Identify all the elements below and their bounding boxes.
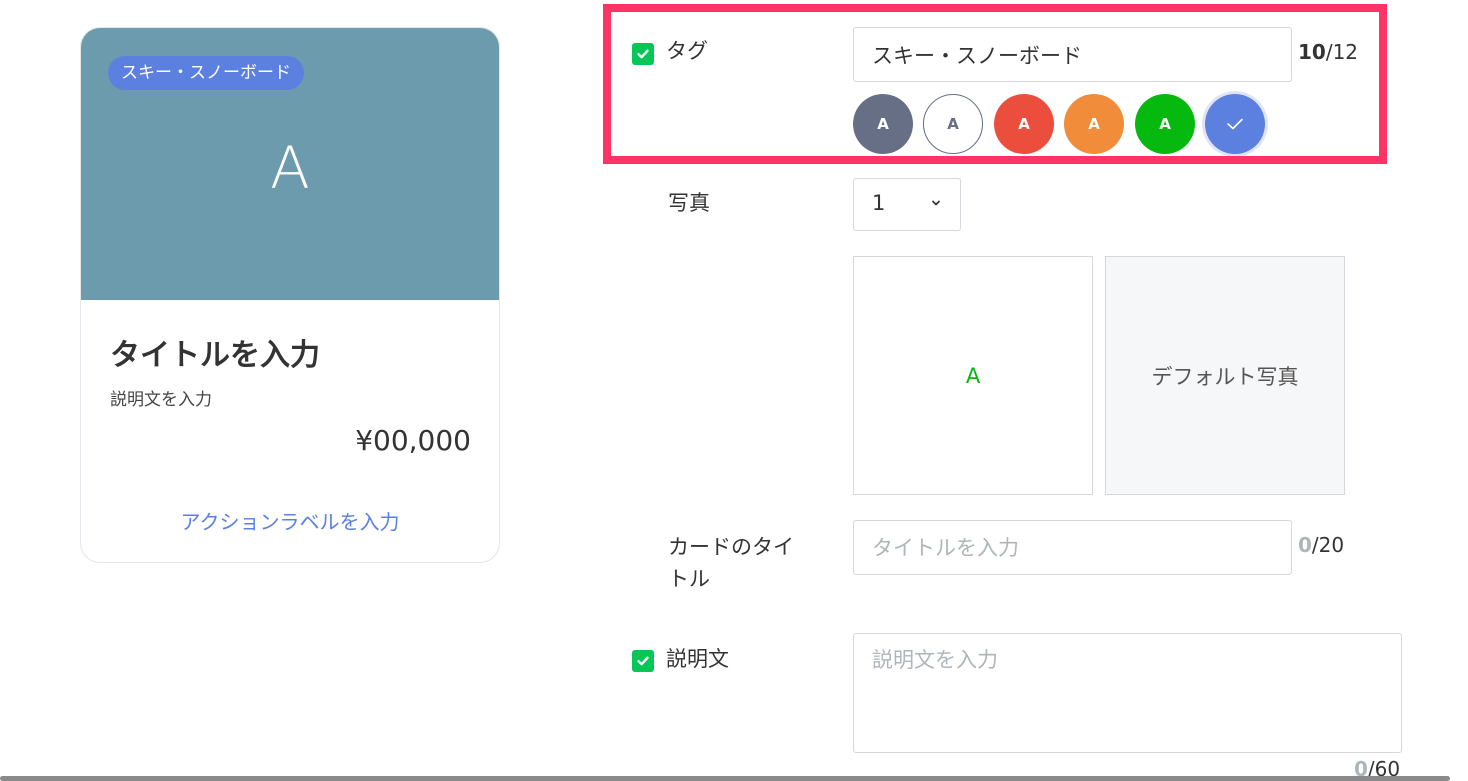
description-label: 説明文 (666, 647, 729, 671)
swatch-letter: A (1018, 115, 1030, 133)
tag-color-swatch-white[interactable]: A (923, 94, 983, 154)
card-title-label-line1: カードのタイ (668, 535, 794, 559)
swatch-letter: A (1088, 115, 1100, 133)
card-action-link[interactable]: アクションラベルを入力 (81, 506, 499, 535)
card-title-count-max: /20 (1311, 533, 1345, 557)
card-price: ¥00,000 (355, 424, 471, 457)
tag-color-swatch-slate[interactable]: A (853, 94, 913, 154)
card-tag-badge: スキー・スノーボード (108, 56, 304, 90)
swatch-letter: A (1159, 115, 1171, 133)
tag-count-max: /12 (1325, 40, 1359, 64)
default-photo-label: デフォルト写真 (1151, 364, 1299, 389)
card-title-label-line2: トル (668, 567, 710, 591)
swatch-letter: A (877, 115, 889, 133)
tag-color-swatch-red[interactable]: A (994, 94, 1054, 154)
tag-color-swatch-green[interactable]: A (1135, 94, 1195, 154)
checkmark-icon (1227, 118, 1243, 130)
tag-label: タグ (666, 39, 708, 63)
card-image: スキー・スノーボード A (81, 28, 499, 300)
photo-slot-1-letter: A (965, 363, 981, 388)
check-icon (637, 49, 649, 59)
photo-count-select[interactable]: 1 (853, 178, 961, 231)
photo-label: 写真 (668, 191, 710, 215)
tag-counter: 10/12 (1298, 40, 1358, 64)
description-checkbox[interactable] (632, 650, 654, 672)
tag-color-swatch-orange[interactable]: A (1064, 94, 1124, 154)
tag-count-current: 10 (1298, 40, 1326, 64)
card-description: 説明文を入力 (110, 390, 212, 410)
card-image-letter: A (270, 134, 310, 202)
card-title: タイトルを入力 (110, 338, 320, 373)
card-title-counter: 0/20 (1298, 533, 1344, 557)
chevron-down-icon (932, 200, 940, 206)
description-textarea[interactable] (853, 633, 1402, 753)
preview-card: スキー・スノーボード A タイトルを入力 説明文を入力 ¥00,000 アクショ… (80, 27, 500, 563)
check-icon (637, 656, 649, 666)
tag-input[interactable] (853, 27, 1292, 82)
card-title-input[interactable] (853, 520, 1292, 575)
horizontal-scrollbar[interactable] (0, 776, 1450, 781)
swatch-letter: A (947, 115, 959, 133)
photo-slot-default[interactable]: デフォルト写真 (1105, 256, 1345, 495)
photo-slot-1[interactable]: A (853, 256, 1093, 495)
photo-count-value: 1 (872, 191, 886, 215)
tag-checkbox[interactable] (632, 43, 654, 65)
card-title-count-current: 0 (1298, 533, 1312, 557)
card-title-label: カードのタイ トル (668, 531, 794, 595)
tag-color-swatch-blue-selected[interactable] (1205, 94, 1265, 154)
